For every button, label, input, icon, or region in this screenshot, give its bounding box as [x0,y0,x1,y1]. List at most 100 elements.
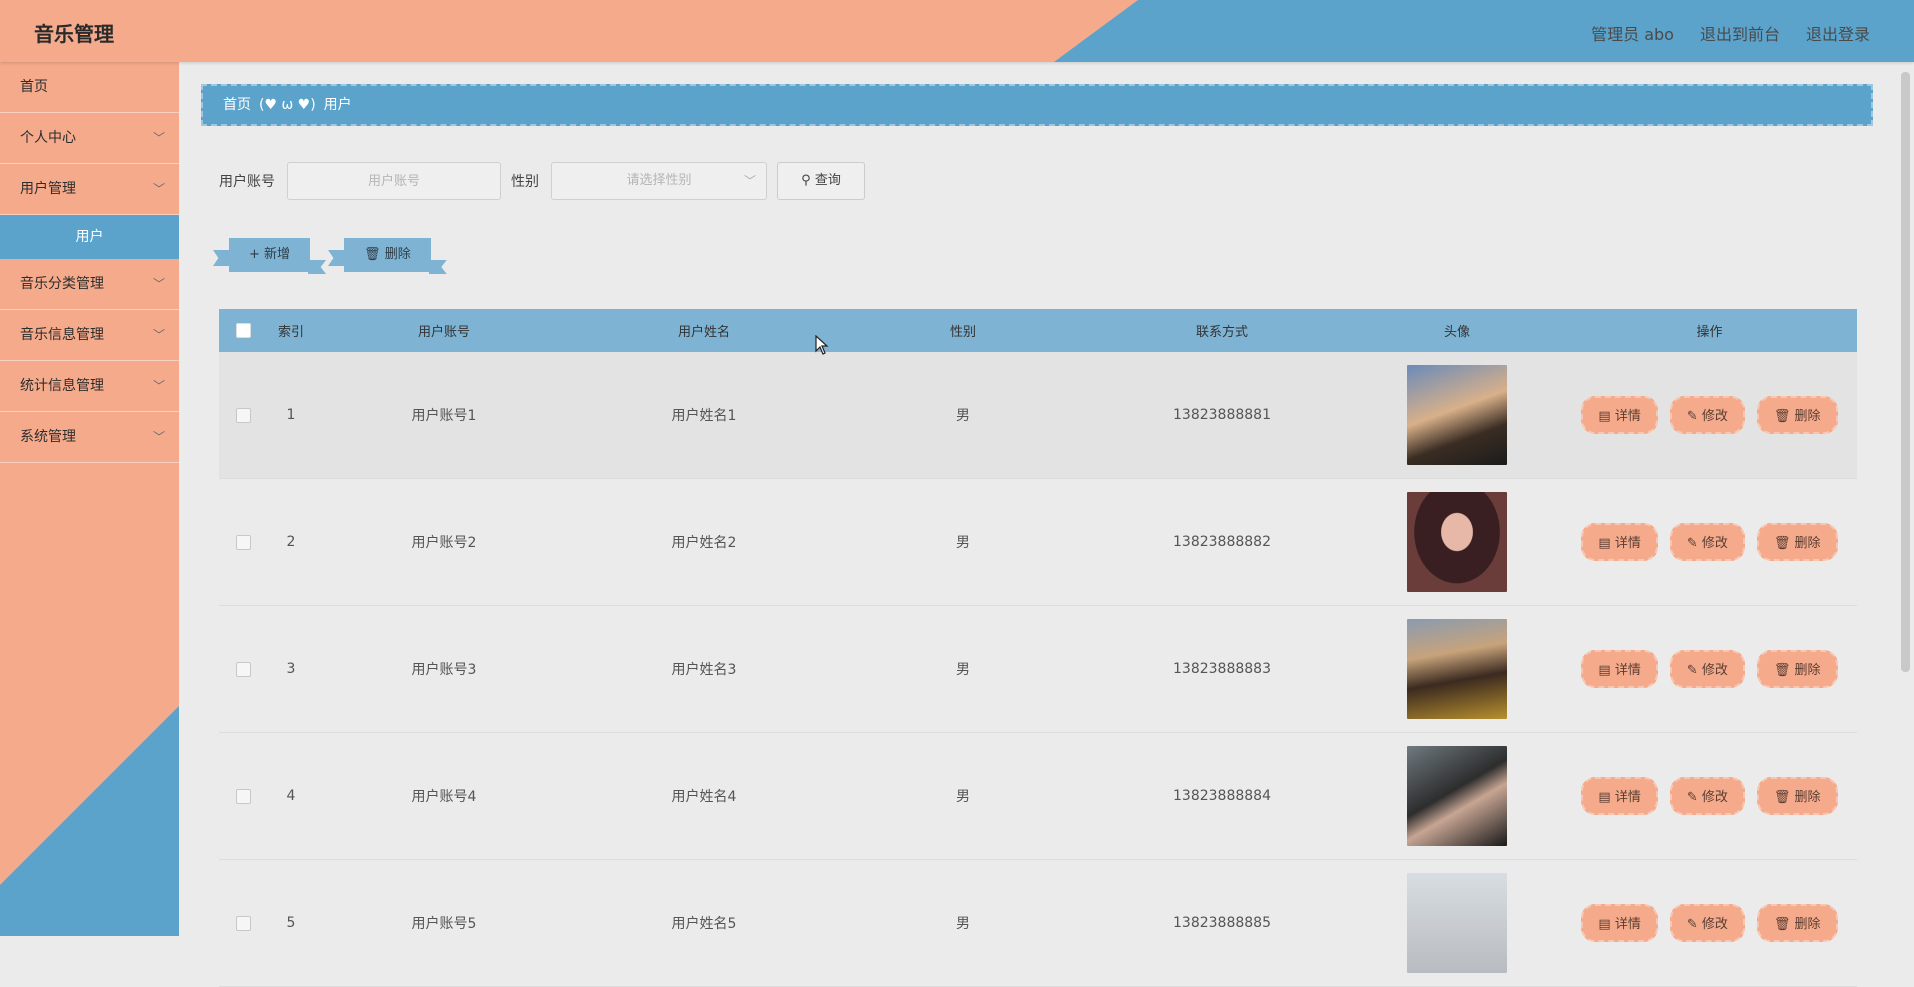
edit-button[interactable]: ✎ 修改 [1669,777,1745,815]
delete-button[interactable]: 🗑 删除 [1756,650,1838,688]
edit-button[interactable]: ✎ 修改 [1669,904,1745,942]
chevron-down-icon: ﹀ [152,277,165,291]
row-checkbox[interactable] [236,661,251,677]
table-row[interactable]: 5 用户账号5 用户姓名5 男 13823888885 ▤ 详情 ✎ 修改 🗑 … [219,860,1857,987]
detail-button[interactable]: ▤ 详情 [1581,523,1658,561]
pencil-icon: ✎ [1686,917,1702,932]
cell-name: 用户姓名3 [671,662,737,678]
avatar[interactable] [1407,873,1507,973]
breadcrumb-current: 用户 [323,97,352,113]
document-icon: ▤ [1598,790,1615,805]
trash-icon: 🗑 [1773,917,1795,932]
edit-button[interactable]: ✎ 修改 [1669,650,1745,688]
logout-link[interactable]: 退出登录 [1806,21,1870,45]
table-row[interactable]: 1 用户账号1 用户姓名1 男 13823888881 ▤ 详情 ✎ 修改 🗑 … [219,352,1857,479]
sidebar-item-home[interactable]: 首页 [0,62,179,113]
cell-account: 用户账号4 [411,789,477,805]
row-checkbox[interactable] [236,788,251,804]
sidebar-subitem-user[interactable]: 用户 [0,215,179,259]
cell-index: 4 [286,788,296,804]
detail-button[interactable]: ▤ 详情 [1581,904,1658,942]
sidebar-item-personal-center[interactable]: 个人中心 ﹀ [0,113,179,164]
document-icon: ▤ [1598,409,1615,424]
detail-button[interactable]: ▤ 详情 [1581,396,1658,434]
sidebar-item-system[interactable]: 系统管理 ﹀ [0,412,179,463]
row-checkbox[interactable] [236,407,251,423]
cell-gender: 男 [956,789,970,805]
cell-index: 5 [286,915,296,931]
sidebar-menu: 首页 个人中心 ﹀ 用户管理 ﹀ 用户 音乐分类管理 ﹀ 音乐信息管理 ﹀ 统计… [0,62,179,463]
cell-phone: 13823888882 [1173,534,1271,550]
sidebar-item-label: 系统管理 [20,429,76,445]
top-header: 音乐管理 管理员 abo 退出到前台 退出登录 [0,0,1914,62]
delete-button[interactable]: 🗑 删除 [1756,904,1838,942]
detail-button[interactable]: ▤ 详情 [1581,650,1658,688]
edit-button[interactable]: ✎ 修改 [1669,396,1745,434]
delete-label: 删除 [1794,409,1821,424]
select-all-checkbox[interactable] [236,323,251,338]
add-button-label: 新增 [264,247,291,262]
sidebar-item-music-category[interactable]: 音乐分类管理 ﹀ [0,259,179,310]
scrollbar-thumb[interactable] [1901,72,1910,672]
action-bar: + 新增 🗑 删除 [219,238,441,272]
edit-label: 修改 [1701,663,1728,678]
delete-button[interactable]: 🗑 删除 [1756,396,1838,434]
chevron-down-icon: ﹀ [152,182,165,196]
edit-label: 修改 [1701,536,1728,551]
detail-label: 详情 [1614,917,1641,932]
header-phone: 联系方式 [1195,325,1248,340]
sidebar-item-label: 用户管理 [20,181,76,197]
table-row[interactable]: 4 用户账号4 用户姓名4 男 13823888884 ▤ 详情 ✎ 修改 🗑 … [219,733,1857,860]
add-button[interactable]: + 新增 [229,238,311,272]
detail-label: 详情 [1614,790,1641,805]
breadcrumb: 首页 (♥ ω ♥) 用户 [201,84,1873,126]
account-search-input[interactable] [287,162,501,200]
avatar[interactable] [1407,746,1507,846]
app-title: 音乐管理 [34,22,114,46]
exit-to-front-link[interactable]: 退出到前台 [1700,21,1780,45]
cell-name: 用户姓名2 [671,535,737,551]
trash-icon: 🗑 [1773,536,1795,551]
search-icon: ⚲ [801,173,815,188]
bulk-delete-button[interactable]: 🗑 删除 [344,238,431,272]
table-row[interactable]: 3 用户账号3 用户姓名3 男 13823888883 ▤ 详情 ✎ 修改 🗑 … [219,606,1857,733]
pencil-icon: ✎ [1686,663,1702,678]
document-icon: ▤ [1598,663,1615,678]
cell-phone: 13823888881 [1173,407,1271,423]
edit-button[interactable]: ✎ 修改 [1669,523,1745,561]
row-checkbox[interactable] [236,534,251,550]
cell-gender: 男 [956,535,970,551]
avatar[interactable] [1407,365,1507,465]
sidebar-item-music-info[interactable]: 音乐信息管理 ﹀ [0,310,179,361]
cell-name: 用户姓名5 [671,916,737,932]
delete-label: 删除 [1794,536,1821,551]
sidebar-item-label: 个人中心 [20,130,76,146]
detail-label: 详情 [1614,663,1641,678]
delete-button[interactable]: 🗑 删除 [1756,777,1838,815]
chevron-down-icon: ﹀ [152,328,165,342]
query-button[interactable]: ⚲ 查询 [777,162,865,200]
avatar[interactable] [1407,619,1507,719]
delete-label: 删除 [1794,790,1821,805]
document-icon: ▤ [1598,536,1615,551]
gender-select[interactable]: 请选择性别 ﹀ [551,162,767,200]
vertical-scrollbar[interactable] [1897,62,1914,936]
cell-phone: 13823888885 [1173,915,1271,931]
sidebar-item-statistics[interactable]: 统计信息管理 ﹀ [0,361,179,412]
breadcrumb-separator: (♥ ω ♥) [259,97,316,113]
cell-index: 3 [286,661,296,677]
gender-select-placeholder: 请选择性别 [626,173,692,188]
avatar[interactable] [1407,492,1507,592]
cell-account: 用户账号5 [411,916,477,932]
sidebar-item-label: 音乐信息管理 [20,327,104,343]
delete-button[interactable]: 🗑 删除 [1756,523,1838,561]
sidebar-item-user-management[interactable]: 用户管理 ﹀ [0,164,179,215]
table-row[interactable]: 2 用户账号2 用户姓名2 男 13823888882 ▤ 详情 ✎ 修改 🗑 … [219,479,1857,606]
cell-account: 用户账号1 [411,408,477,424]
breadcrumb-home[interactable]: 首页 [223,86,251,124]
detail-button[interactable]: ▤ 详情 [1581,777,1658,815]
query-button-label: 查询 [814,173,841,188]
sidebar-item-label: 统计信息管理 [20,378,104,394]
row-checkbox[interactable] [236,915,251,931]
chevron-down-icon: ﹀ [743,174,756,188]
